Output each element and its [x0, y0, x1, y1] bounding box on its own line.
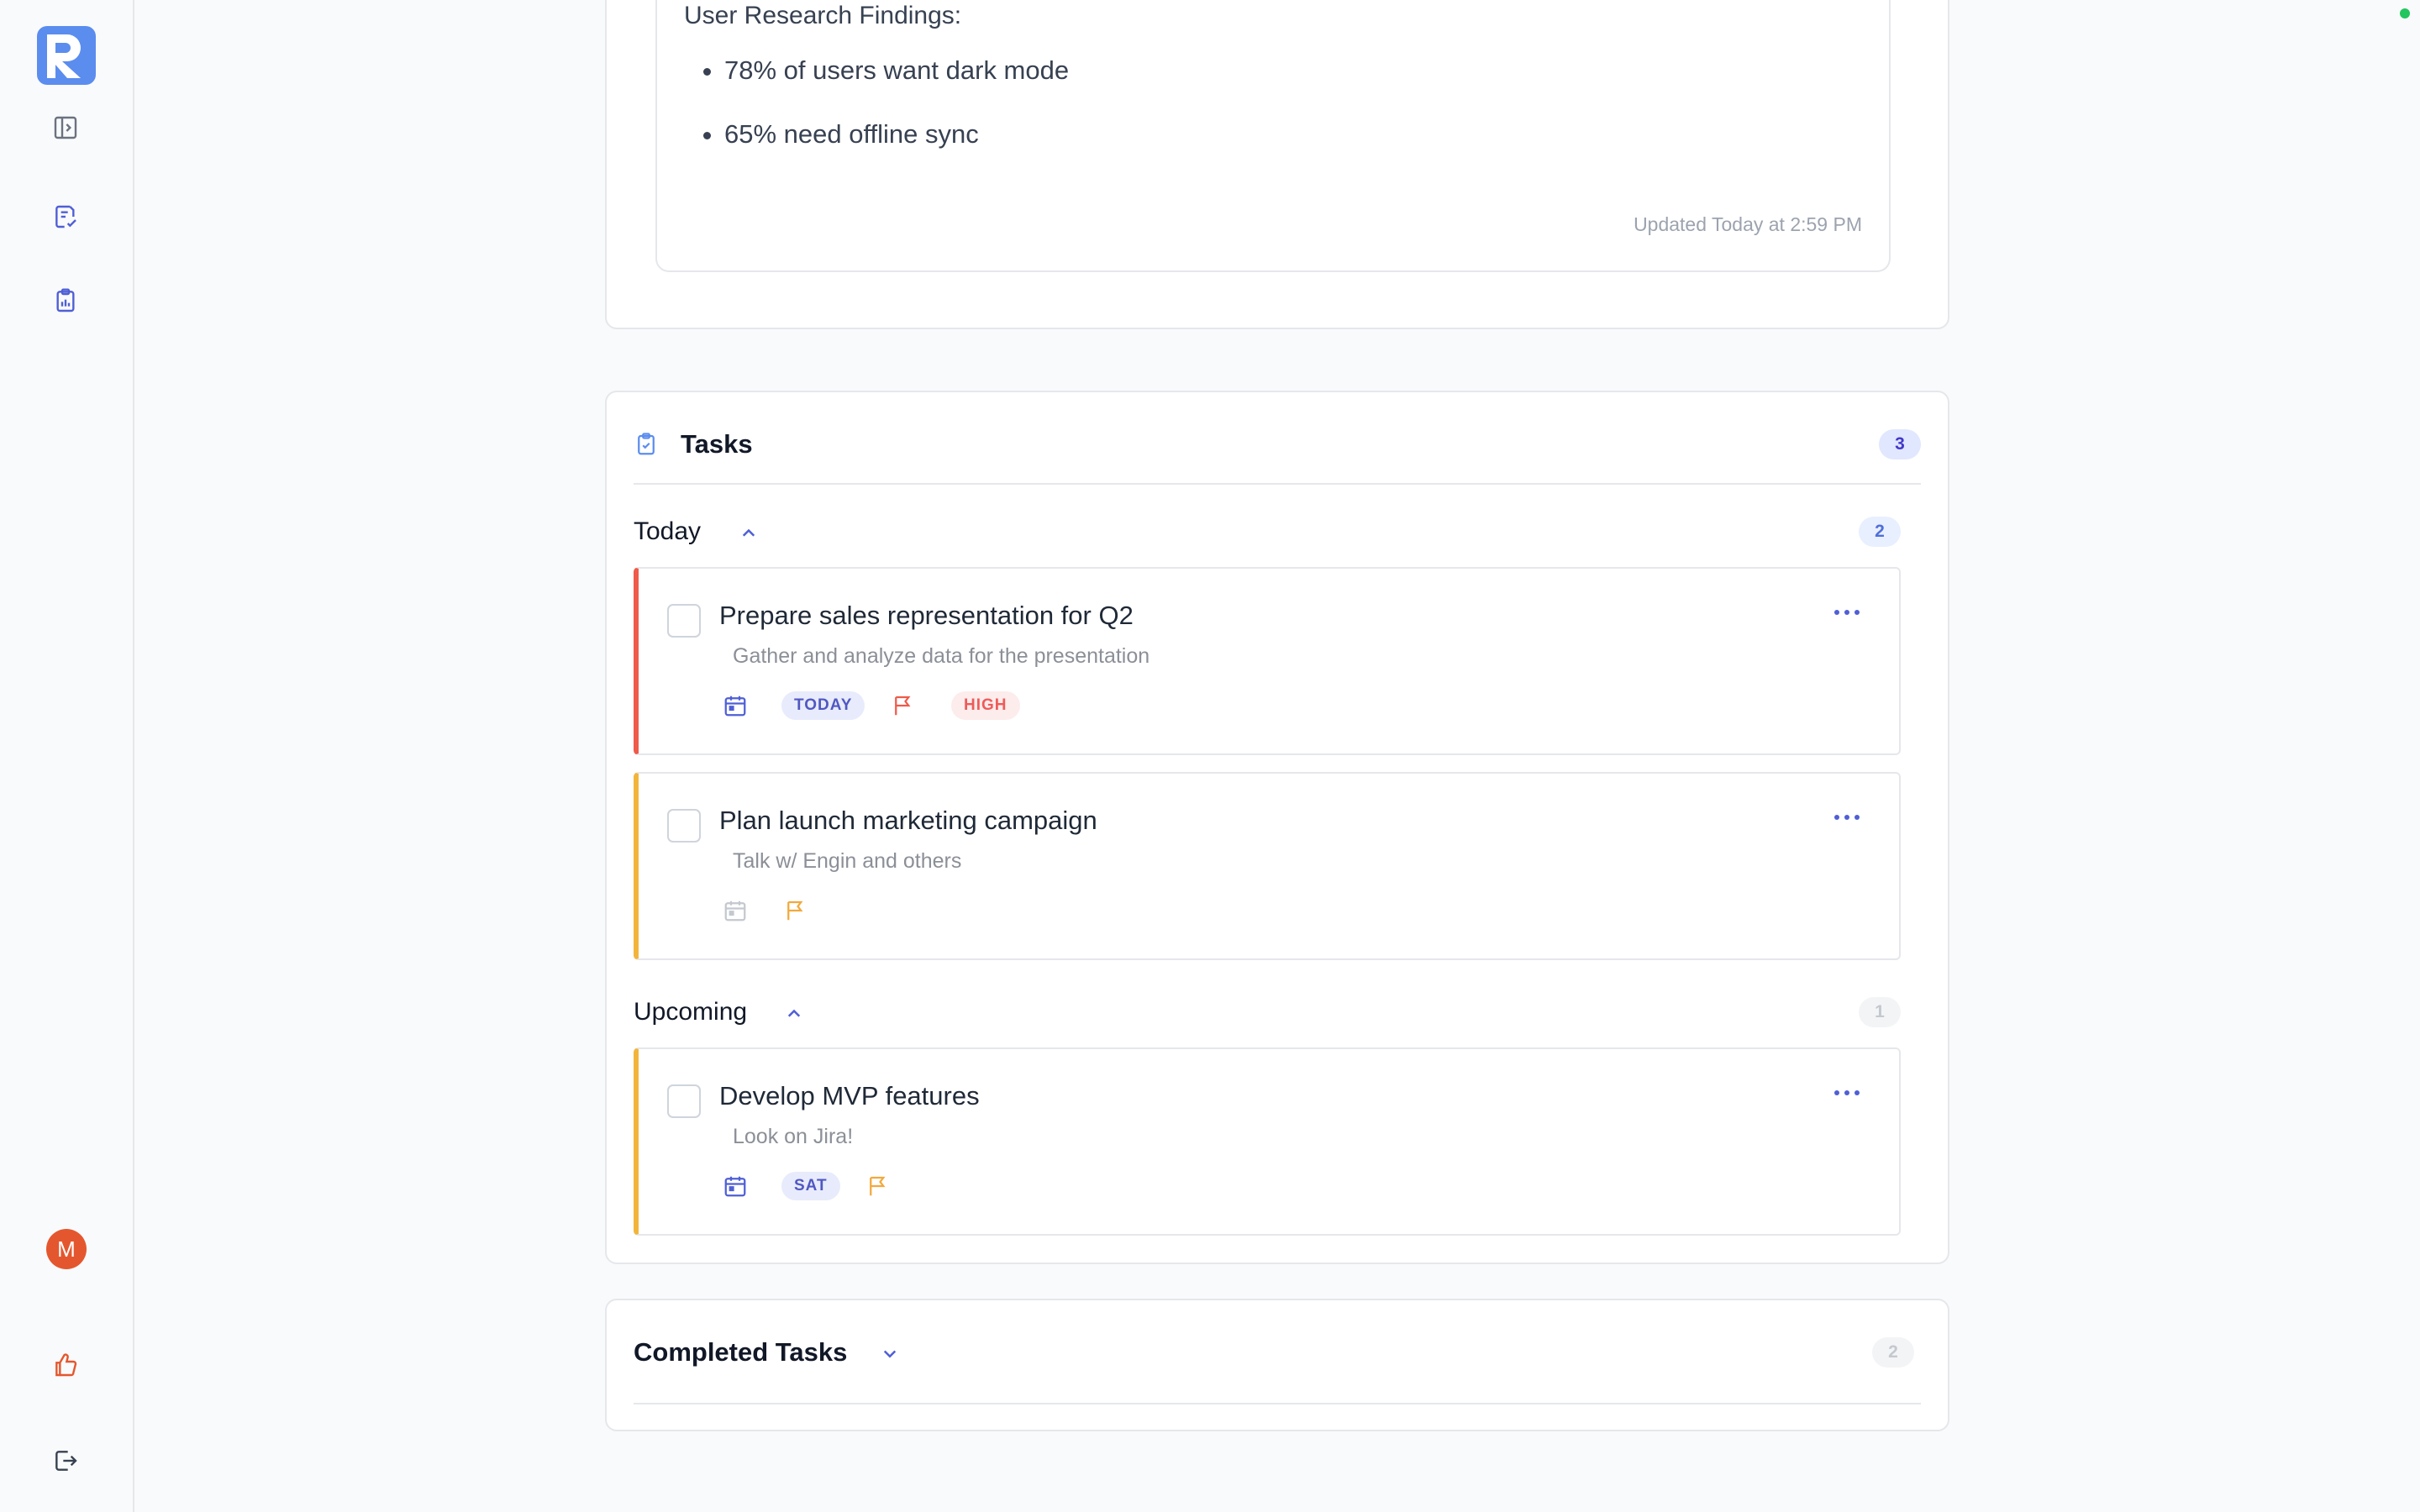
- upcoming-count-badge: 1: [1859, 997, 1901, 1027]
- task-checkbox[interactable]: [667, 604, 701, 638]
- task-title: Prepare sales representation for Q2: [719, 601, 1134, 630]
- more-horizontal-icon[interactable]: [1830, 1083, 1864, 1103]
- sidebar: M: [0, 0, 134, 1512]
- note-bullet: 65% need offline sync: [724, 116, 1069, 180]
- completed-tasks-title[interactable]: Completed Tasks: [634, 1334, 847, 1371]
- notes-check-icon[interactable]: [47, 198, 84, 235]
- flag-icon[interactable]: [783, 898, 808, 923]
- chevron-up-icon[interactable]: [781, 1000, 807, 1026]
- calendar-icon[interactable]: [723, 1173, 748, 1199]
- flag-icon[interactable]: [891, 693, 916, 718]
- completed-count-badge: 2: [1872, 1337, 1914, 1368]
- completed-tasks-panel: Completed Tasks 2: [605, 1299, 1949, 1431]
- task-card[interactable]: Develop MVP features Look on Jira! SAT: [634, 1047, 1901, 1236]
- chevron-up-icon[interactable]: [736, 520, 761, 545]
- task-description: Look on Jira!: [733, 1125, 854, 1148]
- task-checkbox[interactable]: [667, 809, 701, 843]
- tasks-header: Tasks 3: [634, 426, 1921, 485]
- task-card[interactable]: Prepare sales representation for Q2 Gath…: [634, 567, 1901, 755]
- user-avatar[interactable]: M: [46, 1229, 87, 1269]
- calendar-icon[interactable]: [723, 898, 748, 923]
- task-title: Plan launch marketing campaign: [719, 806, 1097, 835]
- note-bullet: 78% of users want dark mode: [724, 52, 1069, 116]
- tasks-count-badge: 3: [1879, 429, 1921, 459]
- note-heading: User Research Findings:: [684, 2, 962, 29]
- task-checkbox[interactable]: [667, 1084, 701, 1118]
- today-count-badge: 2: [1859, 517, 1901, 547]
- priority-tag: HIGH: [951, 691, 1020, 720]
- task-description: Gather and analyze data for the presenta…: [733, 644, 1150, 668]
- clipboard-check-icon: [638, 433, 655, 455]
- clipboard-chart-icon[interactable]: [47, 282, 84, 319]
- task-title: Develop MVP features: [719, 1081, 980, 1110]
- note-updated-timestamp: Updated Today at 2:59 PM: [1634, 213, 1862, 235]
- task-description: Talk w/ Engin and others: [733, 849, 962, 873]
- due-date-tag: SAT: [781, 1172, 840, 1200]
- divider: [634, 1403, 1921, 1404]
- due-date-tag: TODAY: [781, 691, 865, 720]
- note-bullet-list: 78% of users want dark mode 65% need off…: [724, 52, 1069, 180]
- more-horizontal-icon[interactable]: [1830, 602, 1864, 622]
- online-status-dot: [2400, 8, 2410, 18]
- group-label-upcoming: Upcoming: [634, 998, 748, 1026]
- logout-icon[interactable]: [47, 1442, 84, 1479]
- task-card[interactable]: Plan launch marketing campaign Talk w/ E…: [634, 772, 1901, 960]
- tasks-panel: Tasks 3 Today 2 Prepare sales representa…: [605, 391, 1949, 1264]
- note-card: User Research Findings: 78% of users wan…: [605, 0, 1949, 329]
- chevron-down-icon[interactable]: [877, 1341, 902, 1366]
- more-horizontal-icon[interactable]: [1830, 807, 1864, 827]
- note-content: User Research Findings: 78% of users wan…: [655, 0, 1891, 272]
- app-logo[interactable]: [37, 26, 96, 85]
- tasks-title: Tasks: [681, 429, 753, 459]
- group-label-today: Today: [634, 517, 702, 545]
- thumbs-up-icon[interactable]: [47, 1347, 84, 1383]
- flag-icon[interactable]: [865, 1173, 891, 1199]
- calendar-icon[interactable]: [723, 693, 748, 718]
- panel-toggle-icon[interactable]: [47, 109, 84, 146]
